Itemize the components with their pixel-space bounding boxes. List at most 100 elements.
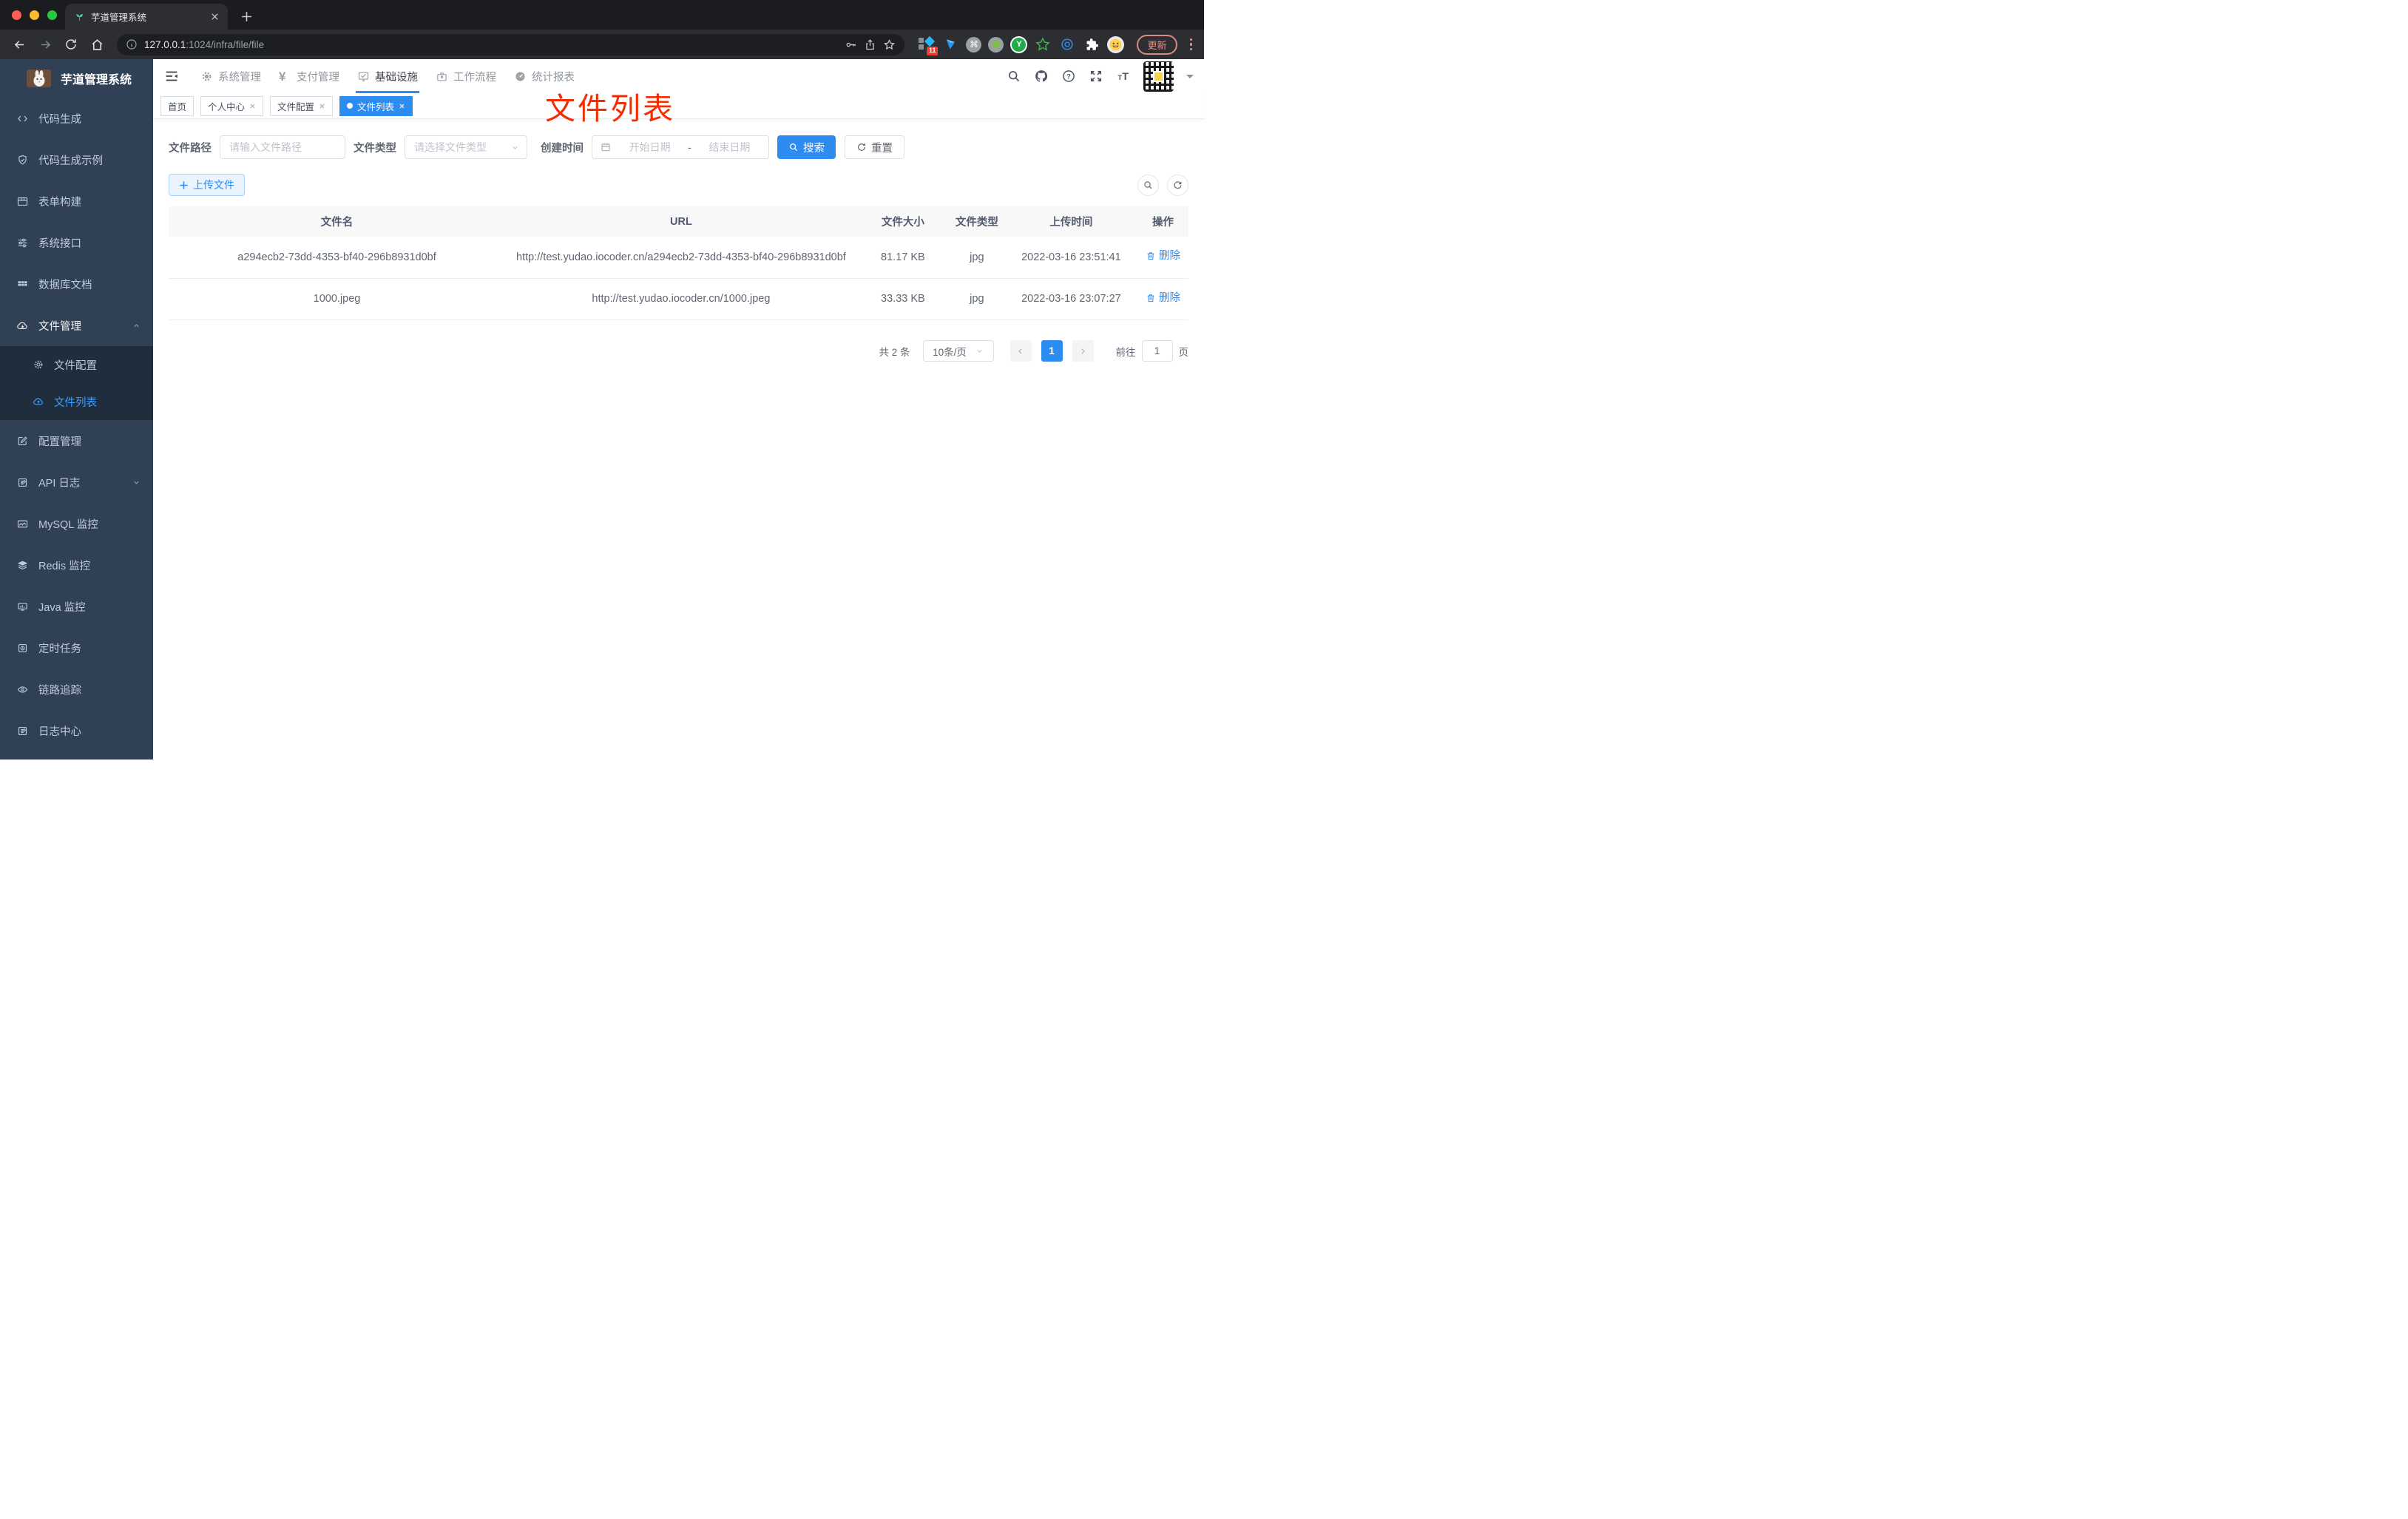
doc-edit-icon xyxy=(18,726,27,735)
close-window-button[interactable] xyxy=(12,10,21,20)
close-tab-icon[interactable] xyxy=(211,13,219,21)
topnav-item-payment[interactable]: ¥ 支付管理 xyxy=(270,59,348,93)
extensions-puzzle-icon[interactable] xyxy=(1083,35,1100,53)
reload-button[interactable] xyxy=(61,34,81,55)
goto-page-input[interactable] xyxy=(1141,340,1173,362)
col-url: URL xyxy=(505,206,857,237)
reset-button[interactable]: 重置 xyxy=(845,135,904,159)
sidebar-item-label: 系统接口 xyxy=(38,237,81,250)
new-tab-button[interactable] xyxy=(237,7,256,26)
upload-file-button[interactable]: 上传文件 xyxy=(169,174,245,196)
sidebar-item-java-monitor[interactable]: Java 监控 xyxy=(0,586,153,627)
user-menu-caret-icon[interactable] xyxy=(1186,74,1194,82)
sidebar-item-label: 文件配置 xyxy=(54,359,97,372)
col-filename: 文件名 xyxy=(169,206,506,237)
refresh-table-button[interactable] xyxy=(1167,174,1188,196)
sidebar-item-form-builder[interactable]: 表单构建 xyxy=(0,180,153,222)
delete-button[interactable]: 删除 xyxy=(1146,248,1180,264)
tag-home[interactable]: 首页 xyxy=(160,95,195,116)
extension-devtools-icon[interactable]: 11 xyxy=(917,35,938,55)
site-info-icon[interactable] xyxy=(126,38,138,50)
extension-star-icon[interactable] xyxy=(1034,35,1052,53)
app-logo[interactable]: 芋道管理系统 xyxy=(0,59,153,98)
col-time: 上传时间 xyxy=(1004,206,1138,237)
extension-y-icon[interactable]: Y xyxy=(1010,35,1028,53)
extension-rings-icon[interactable] xyxy=(1058,35,1076,53)
topnav-item-system[interactable]: 系统管理 xyxy=(192,59,270,93)
table-grid-icon xyxy=(18,280,27,286)
home-button[interactable] xyxy=(87,34,107,55)
sidebar-item-file-list[interactable]: 文件列表 xyxy=(0,383,153,420)
url-bar[interactable]: 127.0.0.1:1024/infra/file/file xyxy=(117,33,905,55)
page-size-select[interactable]: 10条/页 xyxy=(922,340,994,362)
tag-profile[interactable]: 个人中心 xyxy=(200,95,264,116)
page-number-current[interactable]: 1 xyxy=(1041,340,1063,362)
profile-emoji-icon[interactable] xyxy=(1107,35,1125,53)
tag-label: 个人中心 xyxy=(208,101,246,112)
extension-recorder-icon[interactable] xyxy=(988,36,1004,53)
yen-icon: ¥ xyxy=(279,69,286,84)
collapse-sidebar-icon[interactable] xyxy=(163,68,180,84)
fullscreen-icon[interactable] xyxy=(1089,69,1103,84)
sidebar-item-file-config[interactable]: 文件配置 xyxy=(0,346,153,383)
file-type-select[interactable]: 请选择文件类型 xyxy=(405,135,527,159)
date-range-picker[interactable]: 开始日期 - 结束日期 xyxy=(592,135,769,159)
file-type-placeholder: 请选择文件类型 xyxy=(414,141,487,153)
sidebar-item-db-doc[interactable]: 数据库文档 xyxy=(0,263,153,305)
update-button[interactable]: 更新 xyxy=(1137,34,1177,55)
zoom-window-button[interactable] xyxy=(47,10,57,20)
browser-tab-title: 芋道管理系统 xyxy=(91,13,147,23)
delete-button[interactable]: 删除 xyxy=(1146,290,1180,306)
cell-url: http://test.yudao.iocoder.cn/1000.jpeg xyxy=(505,278,857,321)
rabbit-avatar xyxy=(27,70,51,87)
help-icon[interactable]: ? xyxy=(1061,69,1076,84)
browser-tab[interactable]: 芋道管理系统 xyxy=(65,4,228,30)
sidebar-item-redis-monitor[interactable]: Redis 监控 xyxy=(0,544,153,586)
sidebar-item-mysql-monitor[interactable]: MySQL 监控 xyxy=(0,503,153,544)
table-header-row: 文件名 URL 文件大小 文件类型 上传时间 操作 xyxy=(169,206,1188,237)
tag-file-list[interactable]: 文件列表 xyxy=(339,95,413,116)
user-avatar-qr[interactable] xyxy=(1143,61,1174,92)
sidebar-item-tracing[interactable]: 链路追踪 xyxy=(0,669,153,710)
sidebar-item-code-demo[interactable]: 代码生成示例 xyxy=(0,139,153,180)
doc-clock-icon xyxy=(18,643,27,652)
github-icon[interactable] xyxy=(1034,69,1049,84)
form-icon xyxy=(17,197,28,206)
cell-time: 2022-03-16 23:51:41 xyxy=(1004,237,1138,279)
sidebar-item-log-center[interactable]: 日志中心 xyxy=(0,710,153,751)
tag-file-config[interactable]: 文件配置 xyxy=(270,95,334,116)
sidebar-item-api-log[interactable]: API 日志 xyxy=(0,461,153,503)
topnav-item-reports[interactable]: 统计报表 xyxy=(505,59,584,93)
search-button[interactable]: 搜索 xyxy=(777,135,836,159)
sidebar-item-label: Redis 监控 xyxy=(38,560,91,572)
close-tag-icon[interactable] xyxy=(249,103,256,109)
shield-check-icon xyxy=(18,155,27,164)
bookmark-star-icon[interactable] xyxy=(883,38,896,51)
close-tag-icon[interactable] xyxy=(319,103,325,109)
share-icon[interactable] xyxy=(864,38,876,51)
sidebar-item-config-management[interactable]: 配置管理 xyxy=(0,420,153,461)
password-key-icon[interactable] xyxy=(845,38,857,51)
close-tag-icon[interactable] xyxy=(399,103,405,109)
topnav-item-infrastructure[interactable]: 基础设施 xyxy=(348,59,427,93)
file-path-label: 文件路径 xyxy=(169,142,212,155)
file-path-input[interactable] xyxy=(220,135,345,159)
extension-kite-icon[interactable] xyxy=(941,35,959,53)
next-page-button[interactable] xyxy=(1072,340,1094,362)
font-size-icon[interactable]: TT xyxy=(1116,69,1131,84)
sidebar-item-code-gen[interactable]: 代码生成 xyxy=(0,98,153,139)
browser-menu-icon[interactable] xyxy=(1189,38,1192,51)
search-icon[interactable] xyxy=(1007,69,1021,84)
sidebar-item-scheduled-tasks[interactable]: 定时任务 xyxy=(0,627,153,669)
back-button[interactable] xyxy=(9,34,30,55)
topnav-item-workflow[interactable]: 工作流程 xyxy=(427,59,505,93)
cloud-upload-icon xyxy=(33,398,43,405)
prev-page-button[interactable] xyxy=(1009,340,1032,362)
minimize-window-button[interactable] xyxy=(30,10,39,20)
sidebar-item-system-api[interactable]: 系统接口 xyxy=(0,222,153,263)
sidebar-item-file-management[interactable]: 文件管理 xyxy=(0,305,153,346)
extension-command-icon[interactable]: ⌘ xyxy=(966,36,982,53)
show-search-button[interactable] xyxy=(1137,174,1159,196)
trash-icon xyxy=(1147,252,1154,260)
forward-button[interactable] xyxy=(35,34,55,55)
